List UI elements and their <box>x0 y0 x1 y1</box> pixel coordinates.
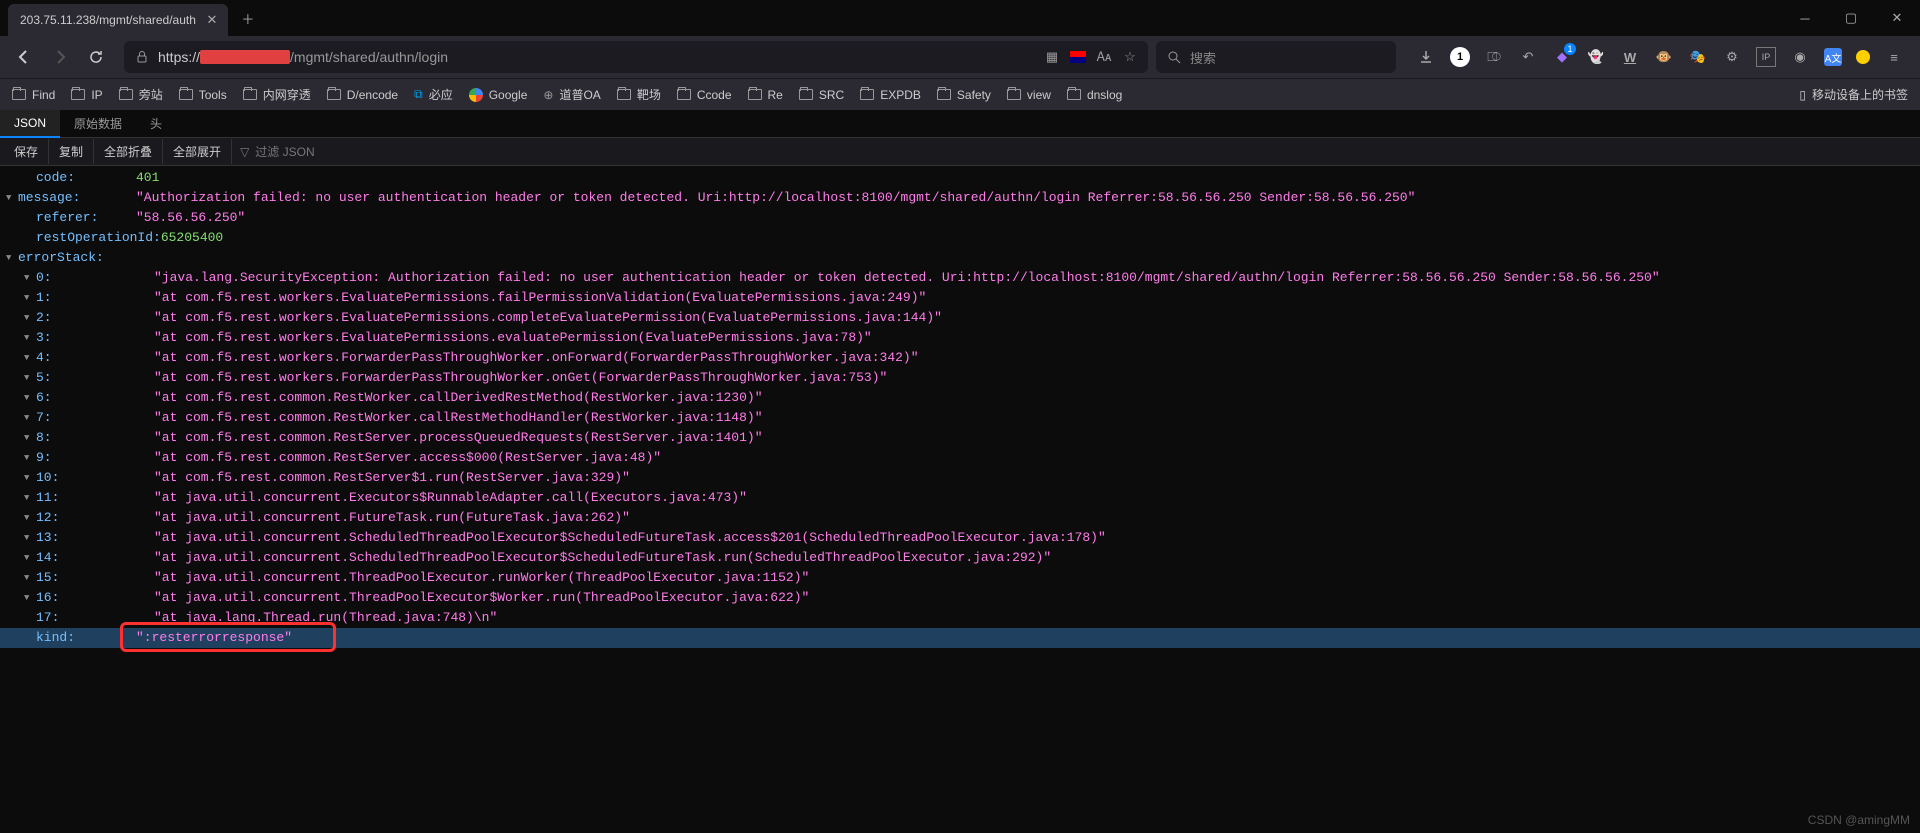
json-stack-row[interactable]: ▼1:"at com.f5.rest.workers.EvaluatePermi… <box>0 288 1920 308</box>
url-bar[interactable]: https:///mgmt/shared/authn/login ▦ 🗛 ☆ <box>124 41 1148 73</box>
new-tab-button[interactable]: ＋ <box>234 4 262 32</box>
extension-badge[interactable]: 1 <box>1450 47 1470 67</box>
json-stack-row[interactable]: ▼13:"at java.util.concurrent.ScheduledTh… <box>0 528 1920 548</box>
json-stack-row[interactable]: ▼4:"at com.f5.rest.workers.ForwarderPass… <box>0 348 1920 368</box>
tab-title: 203.75.11.238/mgmt/shared/auth <box>20 13 196 27</box>
redacted-host <box>200 50 290 64</box>
ghost-icon[interactable]: 👻 <box>1586 47 1606 67</box>
json-row-kind[interactable]: kind: ":resterrorresponse" <box>0 628 1920 648</box>
json-stack-row[interactable]: ▼9:"at com.f5.rest.common.RestServer.acc… <box>0 448 1920 468</box>
search-icon <box>1166 49 1182 65</box>
bookmark-item[interactable]: Re <box>748 88 783 102</box>
bookmark-item[interactable]: Tools <box>179 88 227 102</box>
json-row-referer[interactable]: referer: "58.56.56.250" <box>0 208 1920 228</box>
json-toolbar-button[interactable]: 全部展开 <box>163 139 232 164</box>
bookmark-item[interactable]: Safety <box>937 88 991 102</box>
bookmark-item[interactable]: 旁站 <box>119 86 163 103</box>
settings-icon[interactable]: ⚙ <box>1722 47 1742 67</box>
bookmark-item[interactable]: SRC <box>799 88 844 102</box>
minimize-button[interactable]: ─ <box>1782 0 1828 36</box>
url-text: https:///mgmt/shared/authn/login <box>158 49 448 65</box>
json-stack-row[interactable]: ▼15:"at java.util.concurrent.ThreadPoolE… <box>0 568 1920 588</box>
json-toolbar: 保存复制全部折叠全部展开▽过滤 JSON <box>0 138 1920 166</box>
flag-icon <box>1070 51 1086 63</box>
nav-bar: https:///mgmt/shared/authn/login ▦ 🗛 ☆ 搜… <box>0 36 1920 78</box>
json-row-errorstack[interactable]: ▼errorStack: <box>0 248 1920 268</box>
browser-tab[interactable]: 203.75.11.238/mgmt/shared/auth ✕ <box>8 4 228 36</box>
json-stack-row[interactable]: ▼0:"java.lang.SecurityException: Authori… <box>0 268 1920 288</box>
json-stack-row[interactable]: ▼16:"at java.util.concurrent.ThreadPoolE… <box>0 588 1920 608</box>
lock-icon <box>134 49 150 65</box>
title-bar: 203.75.11.238/mgmt/shared/auth ✕ ＋ ─ ▢ ✕ <box>0 0 1920 36</box>
bookmark-item[interactable]: dnslog <box>1067 88 1122 102</box>
bookmark-item[interactable]: Find <box>12 88 55 102</box>
json-toolbar-button[interactable]: 复制 <box>49 139 94 164</box>
json-tab[interactable]: 原始数据 <box>60 109 136 138</box>
w-icon[interactable]: W <box>1620 47 1640 67</box>
search-placeholder: 搜索 <box>1190 48 1216 67</box>
bookmark-item[interactable]: IP <box>71 88 102 102</box>
menu-icon[interactable]: ≡ <box>1884 47 1904 67</box>
bookmark-item[interactable]: ⧉必应 <box>414 86 453 103</box>
back-button[interactable] <box>8 41 40 73</box>
star-icon[interactable]: ☆ <box>1122 49 1138 65</box>
json-toolbar-button[interactable]: 保存 <box>4 139 49 164</box>
forward-button[interactable] <box>44 41 76 73</box>
json-tab[interactable]: 头 <box>136 109 176 138</box>
json-row-restop[interactable]: restOperationId: 65205400 <box>0 228 1920 248</box>
bookmark-item[interactable]: Ccode <box>677 88 732 102</box>
json-stack-row[interactable]: ▼6:"at com.f5.rest.common.RestWorker.cal… <box>0 388 1920 408</box>
json-viewer: code: 401 ▼message: "Authorization faile… <box>0 166 1920 650</box>
toolbar-icons: 1 ⎄ ↶ ◆ 👻 W 🐵 🎭 ⚙ IP ◉ A文 ≡ <box>1416 47 1904 67</box>
download-icon[interactable] <box>1416 47 1436 67</box>
json-row-message[interactable]: ▼message: "Authorization failed: no user… <box>0 188 1920 208</box>
bookmark-item[interactable]: Google <box>469 88 528 102</box>
json-stack-row[interactable]: ▼5:"at com.f5.rest.workers.ForwarderPass… <box>0 368 1920 388</box>
bookmark-item[interactable]: 内网穿透 <box>243 86 311 103</box>
json-stack-row[interactable]: 17:"at java.lang.Thread.run(Thread.java:… <box>0 608 1920 628</box>
record-icon[interactable]: ◉ <box>1790 47 1810 67</box>
bookmark-item[interactable]: EXPDB <box>860 88 921 102</box>
bookmarks-bar: Find IP 旁站 Tools 内网穿透 D/encode ⧉必应 Google ⊕道普OA 靶… <box>0 78 1920 110</box>
monkey-icon[interactable]: 🐵 <box>1654 47 1674 67</box>
translate-icon[interactable]: 🗛 <box>1096 49 1112 65</box>
crop-icon[interactable]: ⎄ <box>1484 47 1504 67</box>
json-tab[interactable]: JSON <box>0 110 60 138</box>
json-stack-row[interactable]: ▼10:"at com.f5.rest.common.RestServer$1.… <box>0 468 1920 488</box>
yellow-dot-icon[interactable] <box>1856 50 1870 64</box>
extension-purple-icon[interactable]: ◆ <box>1552 47 1572 67</box>
bookmark-item[interactable]: ⊕道普OA <box>543 86 600 103</box>
ip-icon[interactable]: IP <box>1756 47 1776 67</box>
refresh-button[interactable] <box>80 41 112 73</box>
maximize-button[interactable]: ▢ <box>1828 0 1874 36</box>
undo-icon[interactable]: ↶ <box>1518 47 1538 67</box>
mobile-bookmarks[interactable]: ▯移动设备上的书签 <box>1799 86 1908 103</box>
translate2-icon[interactable]: A文 <box>1824 48 1842 66</box>
qr-icon[interactable]: ▦ <box>1044 49 1060 65</box>
json-stack-row[interactable]: ▼12:"at java.util.concurrent.FutureTask.… <box>0 508 1920 528</box>
search-bar[interactable]: 搜索 <box>1156 41 1396 73</box>
json-toolbar-button[interactable]: 全部折叠 <box>94 139 163 164</box>
watermark: CSDN @amingMM <box>1808 813 1910 827</box>
bookmark-item[interactable]: view <box>1007 88 1051 102</box>
json-stack-row[interactable]: ▼7:"at com.f5.rest.common.RestWorker.cal… <box>0 408 1920 428</box>
json-stack-row[interactable]: ▼8:"at com.f5.rest.common.RestServer.pro… <box>0 428 1920 448</box>
json-row-code[interactable]: code: 401 <box>0 168 1920 188</box>
bookmark-item[interactable]: 靶场 <box>617 86 661 103</box>
json-filter[interactable]: ▽过滤 JSON <box>232 143 323 160</box>
json-stack-row[interactable]: ▼3:"at com.f5.rest.workers.EvaluatePermi… <box>0 328 1920 348</box>
json-stack-row[interactable]: ▼11:"at java.util.concurrent.Executors$R… <box>0 488 1920 508</box>
close-button[interactable]: ✕ <box>1874 0 1920 36</box>
json-stack-row[interactable]: ▼14:"at java.util.concurrent.ScheduledTh… <box>0 548 1920 568</box>
json-tabs: JSON原始数据头 <box>0 110 1920 138</box>
mask-icon[interactable]: 🎭 <box>1688 47 1708 67</box>
json-stack-row[interactable]: ▼2:"at com.f5.rest.workers.EvaluatePermi… <box>0 308 1920 328</box>
window-controls: ─ ▢ ✕ <box>1782 0 1920 36</box>
bookmark-item[interactable]: D/encode <box>327 88 398 102</box>
close-icon[interactable]: ✕ <box>204 12 220 28</box>
